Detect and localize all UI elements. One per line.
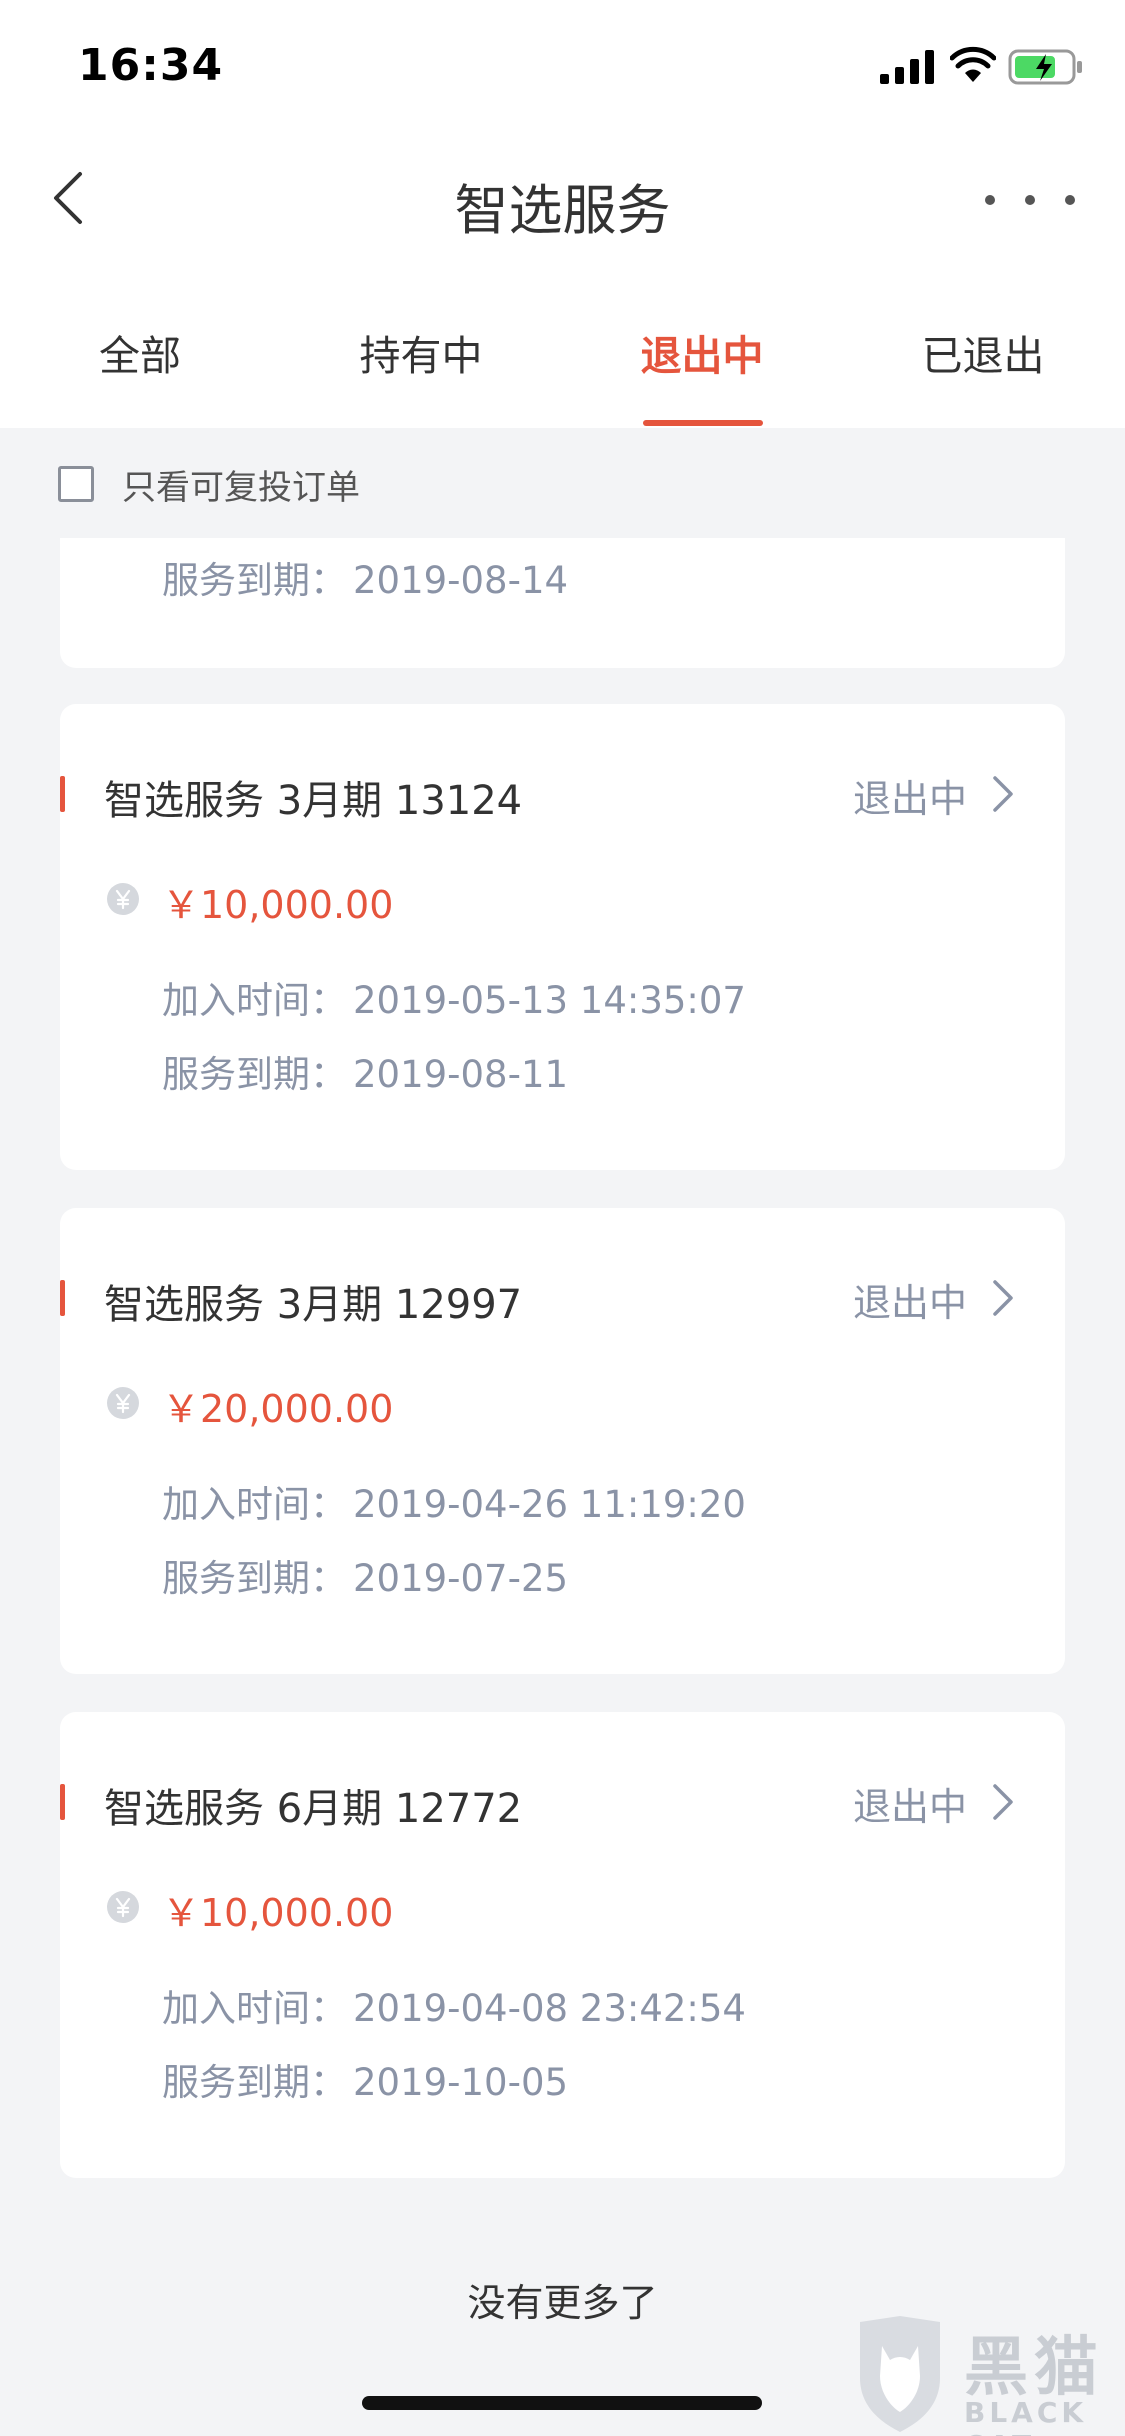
- tab-exiting[interactable]: 退出中: [562, 322, 842, 382]
- tab-holding[interactable]: 持有中: [281, 322, 561, 382]
- accent-bar: [60, 1280, 65, 1316]
- expire-label: 服务到期：: [162, 1053, 347, 1096]
- nav-bar: 智选服务: [0, 132, 1125, 268]
- page-title: 智选服务: [454, 179, 671, 242]
- join-time-value: 2019-04-26 11:19:20: [353, 1483, 746, 1526]
- expire-row: 服务到期： 2019-08-11: [162, 1044, 568, 1098]
- join-time-row: 加入时间： 2019-04-08 23:42:54: [162, 1978, 746, 2032]
- order-status: 退出中: [852, 1785, 967, 1829]
- join-time-row: 加入时间： 2019-05-13 14:35:07: [162, 970, 746, 1024]
- join-time-value: 2019-05-13 14:35:07: [353, 979, 746, 1022]
- screen: 16:34 智选服务 全部 持有中 退出中 已退出 只看可复投订单 服务到期： …: [0, 0, 1125, 2436]
- yuan-coin-icon: [107, 1387, 139, 1419]
- order-amount: ￥10,000.00: [162, 1891, 394, 1935]
- yuan-coin-icon: [107, 883, 139, 915]
- wifi-icon: [950, 46, 996, 82]
- expire-value: 2019-08-14: [353, 559, 569, 602]
- accent-bar: [60, 1784, 65, 1820]
- order-title: 智选服务 3月期 12997: [104, 1282, 523, 1328]
- expire-row: 服务到期： 2019-08-14: [162, 550, 568, 604]
- more-options-icon[interactable]: [970, 180, 1090, 220]
- order-card[interactable]: 智选服务 3月期 13124 退出中 ￥10,000.00 加入时间： 2019-…: [60, 704, 1065, 1170]
- yuan-coin-icon: [107, 1891, 139, 1923]
- expire-label: 服务到期：: [162, 2061, 347, 2104]
- black-cat-logo-icon: [860, 2316, 940, 2432]
- expire-value: 2019-08-11: [353, 1053, 569, 1096]
- active-tab-indicator: [643, 420, 763, 426]
- expire-value: 2019-07-25: [353, 1557, 569, 1600]
- expire-label: 服务到期：: [162, 1557, 347, 1600]
- order-title: 智选服务 3月期 13124: [104, 778, 523, 824]
- reinvest-filter[interactable]: 只看可复投订单: [58, 460, 360, 508]
- tab-exited[interactable]: 已退出: [843, 322, 1123, 382]
- cellular-signal-icon: [880, 50, 934, 84]
- order-status: 退出中: [852, 1281, 967, 1325]
- order-title: 智选服务 6月期 12772: [104, 1786, 523, 1832]
- chevron-right-icon[interactable]: [991, 1782, 1015, 1822]
- join-time-label: 加入时间：: [162, 1483, 347, 1526]
- order-amount: ￥10,000.00: [162, 883, 394, 927]
- status-bar: 16:34: [0, 0, 1125, 132]
- home-indicator: [362, 2396, 762, 2410]
- join-time-label: 加入时间：: [162, 1987, 347, 2030]
- watermark: 黑猫 BLACK CAT: [852, 2316, 1122, 2436]
- reinvest-filter-label: 只看可复投订单: [122, 467, 360, 508]
- order-card-partial[interactable]: 服务到期： 2019-08-14: [60, 538, 1065, 668]
- expire-row: 服务到期： 2019-07-25: [162, 1548, 568, 1602]
- order-card[interactable]: 智选服务 3月期 12997 退出中 ￥20,000.00 加入时间： 2019-…: [60, 1208, 1065, 1674]
- chevron-right-icon[interactable]: [991, 774, 1015, 814]
- order-status: 退出中: [852, 777, 967, 821]
- chevron-right-icon[interactable]: [991, 1278, 1015, 1318]
- order-card[interactable]: 智选服务 6月期 12772 退出中 ￥10,000.00 加入时间： 2019-…: [60, 1712, 1065, 2178]
- expire-row: 服务到期： 2019-10-05: [162, 2052, 568, 2106]
- watermark-en: BLACK CAT: [964, 2396, 1088, 2436]
- expire-label: 服务到期：: [162, 559, 347, 602]
- battery-charging-icon: [1008, 49, 1082, 85]
- reinvest-filter-checkbox[interactable]: [58, 466, 94, 502]
- join-time-label: 加入时间：: [162, 979, 347, 1022]
- watermark-cn: 黑猫: [964, 2331, 1104, 2405]
- order-amount: ￥20,000.00: [162, 1387, 394, 1431]
- tab-all[interactable]: 全部: [0, 322, 280, 382]
- tab-bar: 全部 持有中 退出中 已退出: [0, 268, 1125, 428]
- expire-value: 2019-10-05: [353, 2061, 569, 2104]
- join-time-row: 加入时间： 2019-04-26 11:19:20: [162, 1474, 746, 1528]
- join-time-value: 2019-04-08 23:42:54: [353, 1987, 746, 2030]
- status-time: 16:34: [78, 40, 224, 91]
- accent-bar: [60, 776, 65, 812]
